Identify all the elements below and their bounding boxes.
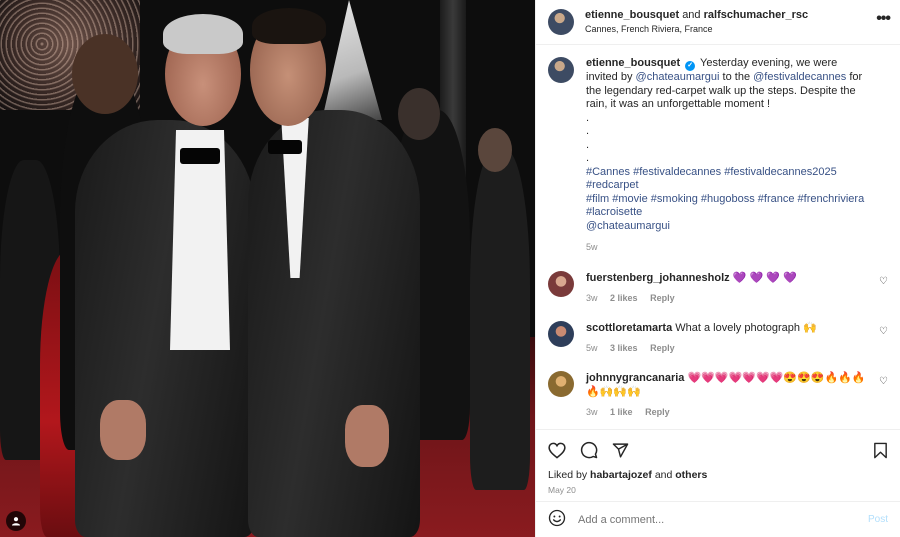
comment-meta: 3w 2 likes Reply <box>586 291 876 305</box>
comments-section[interactable]: etienne_bousquet ✓ Yesterday evening, we… <box>536 45 900 429</box>
comment-likes[interactable]: 3 likes <box>610 343 638 353</box>
comment-username[interactable]: scottloretamarta <box>586 322 672 334</box>
caption-age[interactable]: 5w <box>586 242 598 252</box>
photo-bowtie-left <box>180 148 220 164</box>
header-text: etienne_bousquet and ralfschumacher_rsc … <box>585 8 808 36</box>
post-side-panel: etienne_bousquet and ralfschumacher_rsc … <box>535 0 900 537</box>
caption-dot: . <box>586 111 590 124</box>
emoji-button[interactable] <box>548 509 566 530</box>
caption-username[interactable]: etienne_bousquet <box>586 57 680 69</box>
photo-bg-head <box>398 88 440 140</box>
comment-username[interactable]: johnnygrancanaria <box>586 372 684 384</box>
caption-body: etienne_bousquet ✓ Yesterday evening, we… <box>586 57 871 255</box>
author-avatar[interactable] <box>548 9 574 35</box>
photo-suit-right <box>248 110 420 537</box>
header-location[interactable]: Cannes, French Riviera, France <box>585 22 808 36</box>
photo-hand-right <box>345 405 389 467</box>
action-icon-row <box>548 438 888 462</box>
like-comment-heart-icon[interactable]: ♡ <box>879 326 888 337</box>
photo-bg-head <box>478 128 512 172</box>
comment-avatar[interactable] <box>548 270 574 297</box>
comment-avatar[interactable] <box>548 320 574 347</box>
share-button[interactable] <box>612 442 629 459</box>
like-comment-heart-icon[interactable]: ♡ <box>879 276 888 287</box>
more-horizontal-icon: ••• <box>876 10 891 27</box>
comment-item: scottloretamarta What a lovely photograp… <box>548 320 888 355</box>
caption-dot: . <box>586 125 590 137</box>
like-comment-heart-icon[interactable]: ♡ <box>879 376 888 387</box>
comment-body: fuerstenberg_johannesholz 💜 💜 💜 💜 3w 2 l… <box>586 271 876 305</box>
post-date[interactable]: May 20 <box>548 485 888 495</box>
liked-by-user[interactable]: habartajozef <box>590 469 652 481</box>
post-header: etienne_bousquet and ralfschumacher_rsc … <box>536 0 900 45</box>
heart-icon <box>548 442 566 459</box>
post-comment-button[interactable]: Post <box>868 514 888 525</box>
caption-avatar[interactable] <box>548 57 574 83</box>
photo-bg-person <box>470 150 530 490</box>
post-actions: Liked by habartajozef and others May 20 <box>536 429 900 501</box>
comment-likes[interactable]: 1 like <box>610 407 633 417</box>
comment-age[interactable]: 3w <box>586 293 598 303</box>
comment-text: What a lovely photograph 🙌 <box>675 321 817 334</box>
header-and: and <box>682 9 701 21</box>
photo-bg-head <box>72 34 138 114</box>
caption-hashtags-1[interactable]: #Cannes #festivaldecannes #festivaldecan… <box>586 166 871 193</box>
more-options-button[interactable]: ••• <box>876 11 891 27</box>
comment-item: johnnygrancanaria 💗💗💗💗💗💗💗😍😍😍🔥🔥🔥 🔥🙌🙌🙌 3w … <box>548 370 888 419</box>
photo-tent <box>322 0 382 120</box>
emoji-icon <box>548 509 566 527</box>
post-caption: etienne_bousquet ✓ Yesterday evening, we… <box>548 57 888 255</box>
comment-text: 💜 💜 💜 💜 <box>732 271 797 284</box>
reply-button[interactable]: Reply <box>645 407 670 417</box>
caption-mention-2[interactable]: @festivaldecannes <box>753 71 846 83</box>
comment-age[interactable]: 3w <box>586 407 598 417</box>
comment-username[interactable]: fuerstenberg_johannesholz <box>586 272 730 284</box>
comment-age[interactable]: 5w <box>586 343 598 353</box>
photo-hair-right <box>252 8 326 44</box>
liked-by-and: and <box>654 469 673 481</box>
header-usernames: etienne_bousquet and ralfschumacher_rsc <box>585 8 808 22</box>
reply-button[interactable]: Reply <box>650 293 675 303</box>
bookmark-icon <box>874 442 887 458</box>
share-icon <box>612 442 629 458</box>
like-button[interactable] <box>548 442 566 459</box>
comment-likes[interactable]: 2 likes <box>610 293 638 303</box>
caption-dots: . . . . <box>586 112 871 166</box>
caption-hashtags-2[interactable]: #film #movie #smoking #hugoboss #france … <box>586 193 871 207</box>
save-button[interactable] <box>873 442 888 459</box>
caption-meta: 5w <box>586 241 871 255</box>
caption-text-2: to the <box>722 71 751 83</box>
tagged-users-button[interactable] <box>6 511 26 531</box>
caption-dot: . <box>586 138 590 151</box>
liked-by: Liked by habartajozef and others <box>548 469 888 481</box>
caption-hashtags-3[interactable]: #lacroisette <box>586 206 871 220</box>
header-user-1[interactable]: etienne_bousquet <box>585 9 679 21</box>
caption-dot: . <box>586 152 590 164</box>
comment-meta: 5w 3 likes Reply <box>586 341 876 355</box>
comment-icon <box>580 441 598 459</box>
reply-button[interactable]: Reply <box>650 343 675 353</box>
comment-body: scottloretamarta What a lovely photograp… <box>586 321 876 355</box>
comment-meta: 3w 1 like Reply <box>586 405 876 419</box>
comment-body: johnnygrancanaria 💗💗💗💗💗💗💗😍😍😍🔥🔥🔥 🔥🙌🙌🙌 3w … <box>586 371 876 419</box>
liked-by-others[interactable]: others <box>675 469 707 481</box>
person-icon <box>12 517 20 526</box>
comment-button[interactable] <box>580 441 598 459</box>
add-comment-input[interactable] <box>578 513 868 526</box>
comment-item: fuerstenberg_johannesholz 💜 💜 💜 💜 3w 2 l… <box>548 270 888 305</box>
photo-hand-left <box>100 400 146 460</box>
header-user-2[interactable]: ralfschumacher_rsc <box>704 9 809 21</box>
verified-badge-icon: ✓ <box>685 61 696 71</box>
post-photo[interactable] <box>0 0 535 537</box>
instagram-post-window: etienne_bousquet and ralfschumacher_rsc … <box>0 0 900 537</box>
caption-mention-1[interactable]: @chateaumargui <box>636 71 720 83</box>
caption-mention-3[interactable]: @chateaumargui <box>586 220 871 234</box>
photo-hair-left <box>163 14 243 54</box>
photo-bowtie-right <box>268 140 302 154</box>
comment-avatar[interactable] <box>548 370 574 397</box>
add-comment-bar: Post <box>536 501 900 537</box>
liked-by-prefix: Liked by <box>548 469 588 481</box>
